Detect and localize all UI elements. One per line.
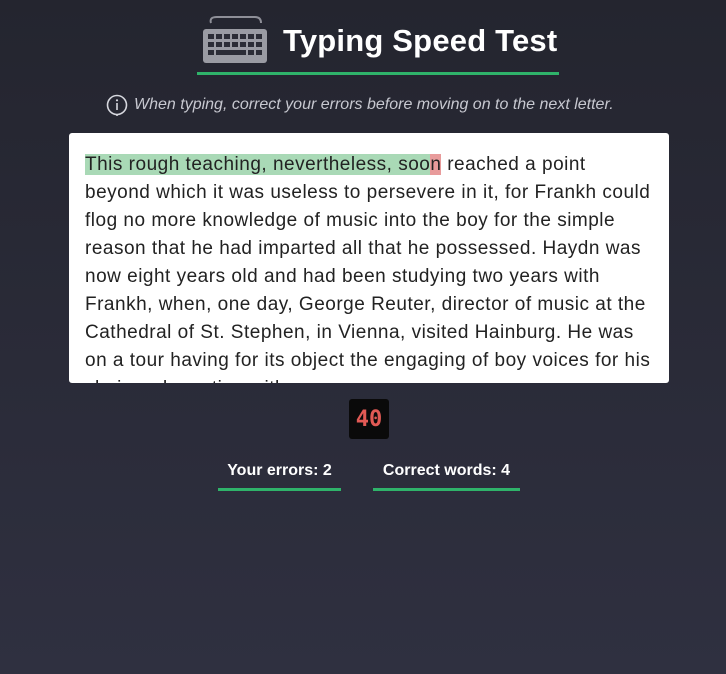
correct-words-count: Correct words: 4 (373, 462, 520, 491)
page-title: Typing Speed Test (283, 23, 558, 58)
info-icon (106, 94, 128, 116)
typing-passage: This rough teaching, nevertheless, soon … (69, 133, 669, 383)
typed-correct-text: This rough teaching, nevertheless, soo (85, 154, 431, 175)
typing-hint: When typing, correct your errors before … (106, 92, 646, 118)
typing-passage-box[interactable]: This rough teaching, nevertheless, soon … (69, 133, 669, 383)
hint-text: When typing, correct your errors before … (134, 96, 614, 113)
remaining-text: reached a point beyond which it was usel… (85, 154, 651, 383)
app-header: Typing Speed Test (197, 10, 559, 75)
keyboard-icon (199, 15, 271, 67)
errors-count: Your errors: 2 (218, 462, 341, 491)
countdown-timer: 40 (349, 399, 389, 439)
typed-error-text: n (430, 154, 442, 175)
